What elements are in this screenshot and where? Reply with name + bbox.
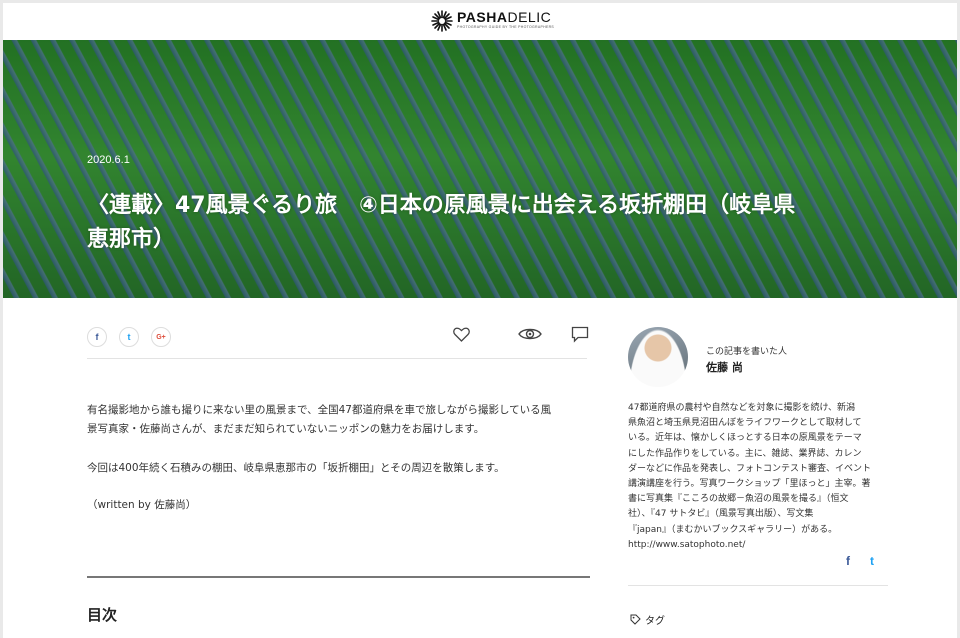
article-title-line-2: 恵那市） — [87, 227, 176, 252]
share-divider — [87, 358, 587, 359]
bio-line: 県魚沼と埼玉県見沼田んぼをライフワークとして取材して — [628, 418, 862, 429]
logo-tagline: PHOTOGRAPHY GUIDE BY THE PHOTOGRAPHERS — [457, 25, 555, 29]
bio-line: 講演講座を行う。写真ワークショップ「里ほっと」主宰。著 — [628, 479, 871, 490]
heart-icon — [452, 327, 470, 342]
comment-button[interactable] — [569, 324, 591, 344]
eye-icon — [518, 328, 542, 340]
facebook-icon: f — [846, 554, 850, 568]
share-googleplus-button[interactable]: G+ — [151, 327, 171, 347]
views-button[interactable] — [517, 324, 543, 344]
intro-line-2: 景写真家・佐藤尚さんが、まだまだ知られていないニッポンの魅力をお届けします。 — [87, 423, 485, 435]
bio-line: いる。近年は、懐かしくほっとする日本の原風景をテーマ — [628, 433, 862, 444]
article-title-line-1: 〈連載〉47風景ぐるり旅 ④日本の原風景に出会える坂折棚田（岐阜県 — [87, 193, 796, 218]
starburst-logo-icon — [431, 10, 453, 32]
site-header: PASHADELIC PHOTOGRAPHY GUIDE BY THE PHOT… — [3, 3, 957, 40]
bio-line: にした作品作りをしている。主に、雑誌、業界誌、カレン — [628, 448, 862, 459]
site-logo[interactable]: PASHADELIC PHOTOGRAPHY GUIDE BY THE PHOT… — [431, 10, 554, 34]
sidebar-divider — [628, 585, 888, 586]
twitter-icon: t — [127, 332, 131, 342]
hero-image: 2020.6.1 〈連載〉47風景ぐるり旅 ④日本の原風景に出会える坂折棚田（岐… — [3, 40, 957, 298]
bio-line: 書に写真集『こころの故郷－魚沼の風景を撮る』（恒文 — [628, 494, 849, 505]
article-date: 2020.6.1 — [87, 154, 130, 166]
bio-line: 『japan』（まむかいブックスギャラリー）がある。 — [628, 524, 838, 535]
author-website-link[interactable]: http://www.satophoto.net/ — [628, 538, 890, 553]
author-twitter-link[interactable]: t — [870, 554, 874, 568]
intro-paragraph: 有名撮影地から誰も撮りに来ない里の風景まで、全国47都道府県を車で旅しながら撮影… — [87, 401, 593, 439]
bio-line: 社）、『47 サトタビ』（風景写真出版）、写文集 — [628, 509, 814, 520]
author-label: この記事を書いた人 — [706, 347, 788, 357]
like-button[interactable] — [450, 324, 472, 344]
author-facebook-link[interactable]: f — [846, 554, 850, 568]
author-avatar[interactable] — [628, 327, 688, 387]
tags-heading: タグ — [630, 612, 665, 627]
facebook-icon: f — [95, 332, 99, 342]
bio-line: ダーなどに作品を発表し、フォトコンテスト審査、イベント — [628, 463, 872, 474]
googleplus-icon: G+ — [156, 333, 166, 341]
bio-line: 47都道府県の農村や自然などを対象に撮影を続け、新潟 — [628, 403, 856, 413]
intro-line-1: 有名撮影地から誰も撮りに来ない里の風景まで、全国47都道府県を車で旅しながら撮影… — [87, 404, 552, 416]
page-frame: PASHADELIC PHOTOGRAPHY GUIDE BY THE PHOT… — [3, 3, 957, 638]
article-title: 〈連載〉47風景ぐるり旅 ④日本の原風景に出会える坂折棚田（岐阜県 恵那市） — [87, 189, 907, 257]
share-twitter-button[interactable]: t — [119, 327, 139, 347]
tags-label: タグ — [645, 616, 665, 627]
author-name[interactable]: 佐藤 尚 — [706, 359, 743, 375]
author-credit: （written by 佐藤尚） — [87, 499, 197, 511]
logo-wordmark-bold: PASHA — [457, 9, 508, 25]
comment-icon — [571, 326, 589, 343]
share-facebook-button[interactable]: f — [87, 327, 107, 347]
twitter-icon: t — [870, 554, 874, 568]
toc-divider — [87, 576, 590, 578]
second-paragraph: 今回は400年続く石積みの棚田、岐阜県恵那市の「坂折棚田」とその周辺を散策します… — [87, 462, 505, 474]
logo-wordmark: PASHADELIC — [457, 10, 554, 24]
logo-wordmark-rest: DELIC — [507, 9, 552, 25]
author-bio: 47都道府県の農村や自然などを対象に撮影を続け、新潟 県魚沼と埼玉県見沼田んぼを… — [628, 401, 890, 553]
toc-heading: 目次 — [87, 606, 118, 624]
tag-icon — [630, 614, 641, 625]
